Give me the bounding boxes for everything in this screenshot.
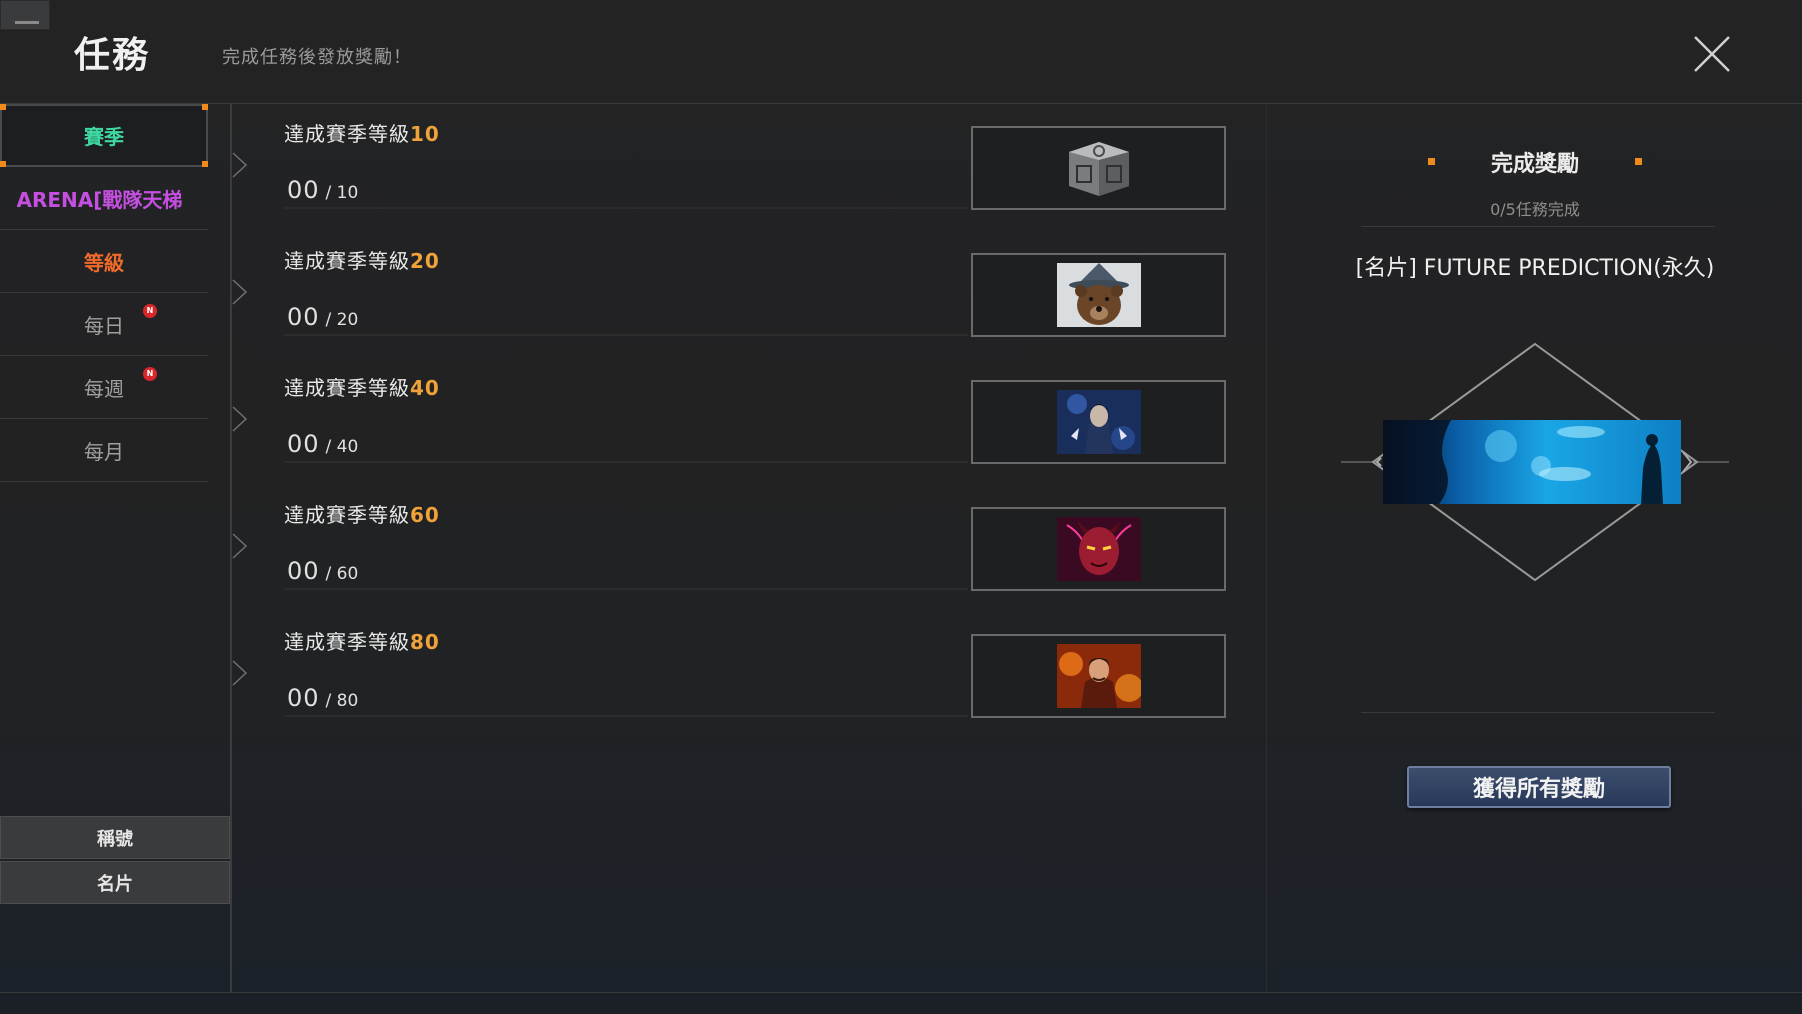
quest-row: 達成賽季等級20 00/ 20 — [232, 231, 1266, 358]
quest-list: 達成賽季等級10 00/ 10 達成賽季等級20 00/ 20 達成賽季等級40… — [232, 104, 1266, 992]
sidebar-item-season[interactable]: 賽季 — [0, 104, 208, 167]
reward-panel-heading: 完成獎勵 — [1267, 146, 1802, 178]
quest-title: 達成賽季等級60 — [284, 503, 440, 527]
footer-bar — [0, 992, 1802, 1014]
claim-all-rewards-button[interactable]: 獲得所有獎勵 — [1407, 766, 1671, 808]
reward-panel: 完成獎勵 0/5任務完成 [名片] FUTURE PREDICTION(永久) — [1266, 104, 1802, 992]
divider — [284, 207, 968, 209]
chevron-right-icon — [232, 279, 248, 305]
blue-mage-portrait — [1056, 390, 1141, 454]
quest-progress: 00/ 80 — [287, 684, 359, 712]
fire-sorcerer-portrait — [1056, 644, 1141, 708]
sidebar-item-monthly[interactable]: 每月 — [0, 419, 208, 482]
reward-slot[interactable] — [971, 126, 1226, 210]
quest-title: 達成賽季等級10 — [284, 122, 440, 146]
namecards-button[interactable]: 名片 — [0, 861, 230, 904]
quest-progress: 00/ 40 — [287, 430, 359, 458]
quest-title: 達成賽季等級20 — [284, 249, 440, 273]
close-icon — [1694, 36, 1730, 72]
divider — [284, 715, 968, 717]
sidebar-item-label: 等級 — [84, 250, 124, 275]
new-badge: N — [143, 304, 157, 318]
quest-row: 達成賽季等級80 00/ 80 — [232, 612, 1266, 739]
quest-row: 達成賽季等級40 00/ 40 — [232, 358, 1266, 485]
close-button[interactable] — [1690, 32, 1734, 76]
reward-slot[interactable] — [971, 253, 1226, 337]
chevron-right-icon — [232, 660, 248, 686]
sidebar-item-label: 每週 — [84, 376, 124, 401]
divider — [284, 334, 968, 336]
divider — [1361, 226, 1715, 227]
quest-window: 任務 完成任務後發放獎勵！ 賽季 ARENA[戰隊天梯 等級 每日 N 每週 N… — [0, 0, 1802, 1014]
reward-name: [名片] FUTURE PREDICTION(永久) — [1355, 256, 1715, 281]
sidebar-item-label: 賽季 — [84, 125, 124, 149]
bottom-buttons: 稱號 名片 — [0, 816, 230, 906]
corner-accent — [0, 104, 6, 110]
reward-slot[interactable] — [971, 634, 1226, 718]
namecard-preview — [1341, 342, 1729, 582]
corner-accent — [202, 104, 208, 110]
page-subtitle: 完成任務後發放獎勵！ — [222, 47, 412, 68]
divider — [1361, 712, 1715, 713]
page-title: 任務 — [74, 35, 151, 76]
reward-slot[interactable] — [971, 507, 1226, 591]
chevron-right-icon — [232, 152, 248, 178]
quest-progress: 00/ 60 — [287, 557, 359, 585]
bear-wizard-portrait — [1056, 263, 1141, 327]
chest-icon — [1068, 142, 1129, 196]
chevron-right-icon — [232, 406, 248, 432]
divider — [284, 461, 968, 463]
quest-row: 達成賽季等級60 00/ 60 — [232, 485, 1266, 612]
red-demon-portrait — [1056, 517, 1141, 581]
sidebar-item-weekly[interactable]: 每週 N — [0, 356, 208, 419]
sidebar: 賽季 ARENA[戰隊天梯 等級 每日 N 每週 N 每月 稱號 名片 — [0, 104, 232, 992]
reward-slot[interactable] — [971, 380, 1226, 464]
accent-dot — [1428, 158, 1435, 165]
minimize-button[interactable] — [0, 0, 50, 30]
sidebar-item-label: ARENA[戰隊天梯 — [16, 187, 183, 212]
sidebar-item-label: 每月 — [84, 439, 124, 464]
divider — [284, 588, 968, 590]
new-badge: N — [143, 367, 157, 381]
sidebar-item-daily[interactable]: 每日 N — [0, 293, 208, 356]
header: 任務 完成任務後發放獎勵！ — [0, 0, 1802, 104]
completion-count: 0/5任務完成 — [1490, 200, 1580, 219]
quest-row: 達成賽季等級10 00/ 10 — [232, 104, 1266, 231]
quest-title: 達成賽季等級80 — [284, 630, 440, 654]
quest-title: 達成賽季等級40 — [284, 376, 440, 400]
sidebar-item-arena[interactable]: ARENA[戰隊天梯 — [0, 167, 208, 230]
titles-button[interactable]: 稱號 — [0, 816, 230, 859]
accent-dot — [1635, 158, 1642, 165]
sidebar-item-label: 每日 — [84, 313, 124, 338]
quest-progress: 00/ 20 — [287, 303, 359, 331]
chevron-right-icon — [232, 533, 248, 559]
quest-progress: 00/ 10 — [287, 176, 359, 204]
sidebar-item-level[interactable]: 等級 — [0, 230, 208, 293]
